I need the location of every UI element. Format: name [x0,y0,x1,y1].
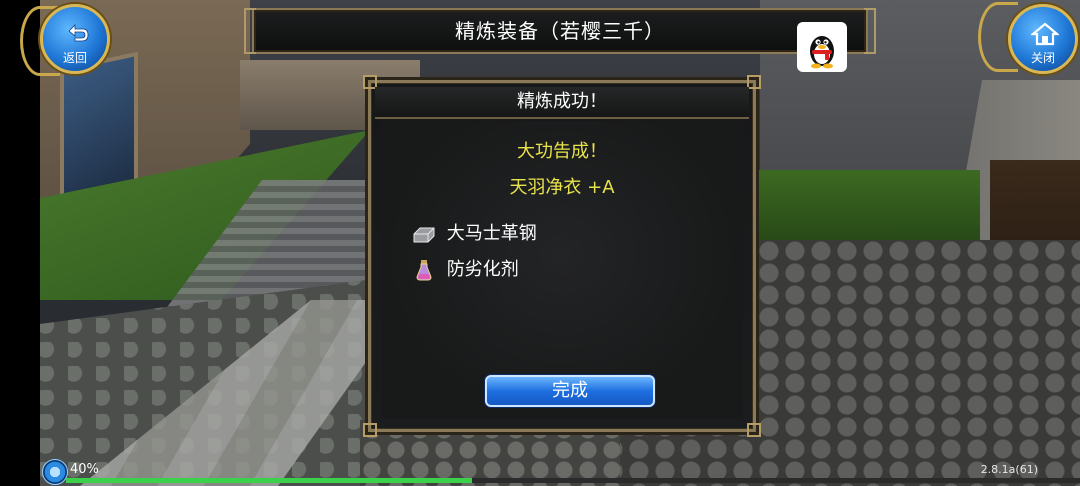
progress-fill [66,478,472,483]
dialog-body: 大功告成！ 天羽净衣 +A 大马士革钢 防劣化剂 完成 [381,121,743,419]
material-row: 防劣化剂 [411,257,519,283]
refine-result-dialog: 精炼成功！ 大功告成！ 天羽净衣 +A 大马士革钢 防劣化剂 完成 [363,75,761,437]
version-label: 2.8.1a(61) [980,463,1038,476]
qq-button[interactable] [797,22,847,72]
qq-penguin-icon [810,36,834,69]
dialog-corner-ornament [747,75,761,89]
dialog-header: 精炼成功！ [375,87,749,119]
result-text: 大功告成！ [517,141,607,162]
material-name: 防劣化剂 [446,259,519,280]
progress-bar [66,478,1080,483]
grass-patch-right [750,170,980,250]
page-title: 精炼装备（若樱三千） [455,19,665,43]
steel-ingot-icon [413,227,435,243]
item-name: 天羽净衣 +A [509,177,615,198]
close-button[interactable]: 关闭 [1008,4,1078,74]
title-bar: 精炼装备（若樱三千） [244,8,876,54]
material-name: 大马士革钢 [446,223,537,244]
home-icon [1031,22,1059,46]
close-label: 关闭 [1030,51,1055,65]
back-label: 返回 [62,51,87,65]
material-row: 大马士革钢 [411,221,537,247]
dialog-title: 精炼成功！ [517,91,607,112]
dialog-corner-ornament [363,423,377,437]
progress-percent: 40% [70,462,99,477]
dialog-corner-ornament [747,423,761,437]
back-button[interactable]: 返回 [40,4,110,74]
confirm-button[interactable]: 完成 [485,375,655,407]
loading-orb-icon [42,459,68,485]
potion-bottle-icon [416,260,432,281]
back-arrow-icon [68,24,89,42]
